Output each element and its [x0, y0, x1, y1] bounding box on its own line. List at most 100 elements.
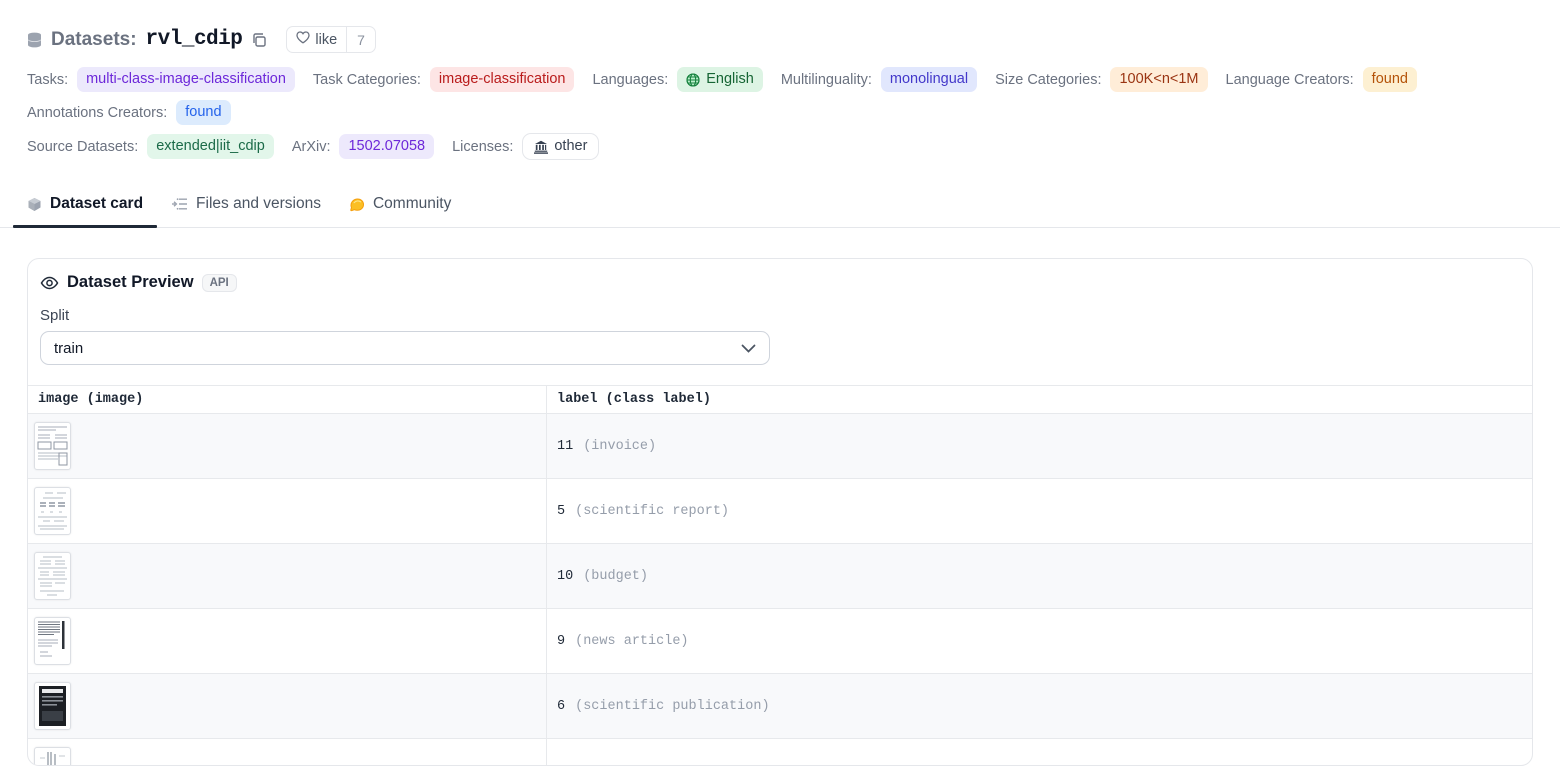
tag-pill-label: English [706, 70, 754, 89]
document-thumbnail[interactable] [34, 552, 71, 600]
tab-label: Dataset card [50, 195, 143, 213]
label-cell: 11 (invoice) [547, 414, 1532, 478]
table-row [28, 738, 1532, 766]
tag-group-source-datasets: Source Datasets: extended|iit_cdip [27, 134, 274, 159]
tag-label: Multilinguality: [781, 72, 872, 88]
label-class-name: (news article) [575, 634, 688, 649]
heart-icon [296, 31, 310, 48]
label-class-name: (scientific publication) [575, 699, 769, 714]
label-value: 6 [557, 699, 565, 714]
tag-row-2: Source Datasets: extended|iit_cdip ArXiv… [27, 133, 1533, 160]
document-thumbnail[interactable] [34, 747, 71, 766]
label-cell: 5 (scientific report) [547, 479, 1532, 543]
tag-label: Annotations Creators: [27, 105, 167, 121]
tag-pill-licenses[interactable]: other [522, 133, 599, 160]
table-row: 6 (scientific publication) [28, 673, 1532, 738]
document-thumbnail[interactable] [34, 422, 71, 470]
like-label: like [315, 32, 337, 48]
label-value: 5 [557, 504, 565, 519]
image-cell [28, 479, 547, 543]
tag-pill-source-datasets[interactable]: extended|iit_cdip [147, 134, 274, 159]
bank-icon [534, 140, 548, 154]
label-class-name: (budget) [583, 569, 648, 584]
datasets-breadcrumb-label[interactable]: Datasets: [51, 29, 137, 51]
tag-label: ArXiv: [292, 139, 331, 155]
label-value: 10 [557, 569, 573, 584]
image-cell [28, 544, 547, 608]
tag-label: Tasks: [27, 72, 68, 88]
api-button[interactable]: API [202, 274, 237, 292]
document-thumbnail[interactable] [34, 617, 71, 665]
tab-files-and-versions[interactable]: Files and versions [157, 183, 335, 227]
dataset-preview-card: Dataset Preview API Split train image (i… [27, 258, 1533, 766]
tag-pill-label: other [554, 137, 587, 156]
label-cell [547, 739, 1532, 766]
title-row: Datasets: rvl_cdip like 7 [27, 26, 1533, 53]
chevron-down-icon [741, 344, 756, 353]
tag-pill-tasks[interactable]: multi-class-image-classification [77, 67, 295, 92]
community-icon [349, 197, 365, 212]
label-cell: 9 (news article) [547, 609, 1532, 673]
tag-group-language-creators: Language Creators: found [1226, 67, 1417, 92]
label-value: 11 [557, 439, 573, 454]
tag-pill-annotations-creators[interactable]: found [176, 100, 230, 125]
main-content: Dataset Preview API Split train image (i… [0, 258, 1560, 766]
tag-pill-task-categories[interactable]: image-classification [430, 67, 575, 92]
image-cell [28, 674, 547, 738]
tag-pill-arxiv[interactable]: 1502.07058 [339, 134, 434, 159]
tag-group-licenses: Licenses: other [452, 133, 599, 160]
preview-header: Dataset Preview API [40, 273, 1520, 292]
like-count[interactable]: 7 [346, 27, 375, 52]
tag-group-size-categories: Size Categories: 100K<n<1M [995, 67, 1207, 92]
tag-pill-multilinguality[interactable]: monolingual [881, 67, 977, 92]
split-select[interactable]: train [40, 331, 770, 365]
label-class-name: (scientific report) [575, 504, 729, 519]
table-row: 10 (budget) [28, 543, 1532, 608]
tag-pill-language-creators[interactable]: found [1363, 67, 1417, 92]
database-icon [27, 32, 42, 48]
column-header-label: label (class label) [547, 386, 1532, 413]
tag-label: Licenses: [452, 139, 513, 155]
files-versions-icon [171, 197, 188, 211]
image-cell [28, 739, 547, 766]
label-cell: 10 (budget) [547, 544, 1532, 608]
split-selected-value: train [54, 340, 83, 357]
tag-group-arxiv: ArXiv: 1502.07058 [292, 134, 434, 159]
tab-label: Files and versions [196, 195, 321, 213]
tab-label: Community [373, 195, 451, 213]
like-button-main[interactable]: like [287, 27, 346, 52]
tag-group-task-categories: Task Categories: image-classification [313, 67, 575, 92]
eye-icon [40, 276, 59, 290]
preview-title: Dataset Preview [67, 273, 194, 292]
tab-dataset-card[interactable]: Dataset card [13, 183, 157, 227]
tag-label: Source Datasets: [27, 139, 138, 155]
tab-community[interactable]: Community [335, 183, 465, 227]
label-value: 9 [557, 634, 565, 649]
table-row: 9 (news article) [28, 608, 1532, 673]
document-thumbnail[interactable] [34, 487, 71, 535]
tag-label: Languages: [592, 72, 668, 88]
tag-group-multilinguality: Multilinguality: monolingual [781, 67, 977, 92]
document-thumbnail[interactable] [34, 682, 71, 730]
label-cell: 6 (scientific publication) [547, 674, 1532, 738]
column-header-image: image (image) [28, 386, 547, 413]
label-class-name: (invoice) [583, 439, 656, 454]
table-header-row: image (image) label (class label) [28, 385, 1532, 413]
tag-pill-size-categories[interactable]: 100K<n<1M [1110, 67, 1207, 92]
copy-icon[interactable] [251, 32, 267, 48]
image-cell [28, 609, 547, 673]
like-button[interactable]: like 7 [286, 26, 376, 53]
dataset-card-icon [27, 197, 42, 212]
table-row: 5 (scientific report) [28, 478, 1532, 543]
preview-table: image (image) label (class label) 11 (in… [28, 385, 1532, 766]
tag-pill-languages[interactable]: English [677, 67, 763, 92]
split-label: Split [40, 307, 1520, 324]
tag-group-annotations-creators: Annotations Creators: found [27, 100, 231, 125]
tag-label: Size Categories: [995, 72, 1101, 88]
tag-row-1: Tasks: multi-class-image-classification … [27, 67, 1533, 125]
table-row: 11 (invoice) [28, 413, 1532, 478]
page-header: Datasets: rvl_cdip like 7 Tasks: multi-c… [0, 0, 1560, 160]
tag-group-tasks: Tasks: multi-class-image-classification [27, 67, 295, 92]
globe-icon [686, 73, 700, 87]
tag-label: Language Creators: [1226, 72, 1354, 88]
